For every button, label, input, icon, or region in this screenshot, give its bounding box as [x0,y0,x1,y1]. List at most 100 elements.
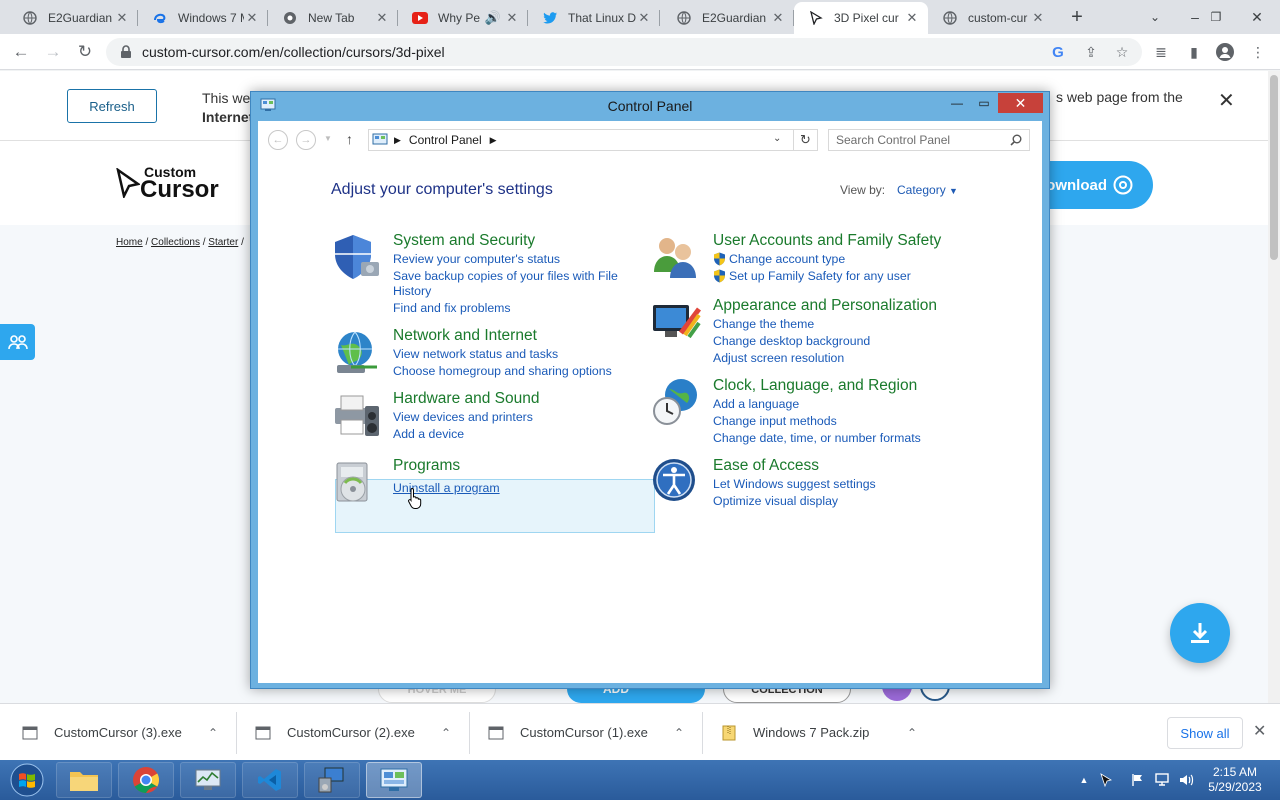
category-title[interactable]: Appearance and Personalization [713,297,937,315]
category-title[interactable]: Hardware and Sound [393,390,540,408]
refresh-button[interactable]: Refresh [67,89,157,123]
share-icon[interactable]: ⇪ [1080,41,1102,63]
tab-3d-pixel[interactable]: 3D Pixel cur ✕ [794,2,928,34]
tray-expand-icon[interactable]: ▲ [1076,772,1092,788]
forward-button[interactable]: → [40,39,66,65]
tray-cursor-icon[interactable] [1098,772,1114,788]
download-item[interactable]: CustomCursor (2).exe ⌃ [255,704,459,761]
tab-new-tab[interactable]: New Tab ✕ [268,2,398,34]
system-clock[interactable]: 2:15 AM 5/29/2023 [1200,765,1270,795]
show-all-button[interactable]: Show all [1167,717,1243,749]
link-screen-resolution[interactable]: Adjust screen resolution [713,350,844,366]
tab-youtube[interactable]: Why Pe 🔊 ✕ [398,2,528,34]
category-title[interactable]: Clock, Language, and Region [713,377,917,395]
taskbar-vscode[interactable] [242,762,298,798]
network-icon[interactable] [1154,772,1170,788]
link-review-status[interactable]: Review your computer's status [393,251,560,267]
tab-twitter[interactable]: That Linux D ✕ [528,2,660,34]
page-scrollbar[interactable] [1268,71,1280,703]
link-change-input-methods[interactable]: Change input methods [713,413,837,429]
taskbar-performance-monitor[interactable] [180,762,236,798]
taskbar-computer[interactable] [304,762,360,798]
close-tab-icon[interactable]: ✕ [374,10,390,26]
download-item[interactable]: CustomCursor (1).exe ⌃ [488,704,692,761]
side-panel-icon[interactable]: ▮ [1183,41,1205,63]
path-dropdown-icon[interactable]: ⌄ [773,133,781,144]
close-browser-button[interactable]: ✕ [1244,4,1270,30]
recent-pages-icon[interactable]: ▼ [324,134,332,143]
tab-search-button[interactable]: ⌄ [1142,4,1168,30]
cp-forward-button[interactable]: → [296,130,316,150]
path-segment[interactable]: Control Panel [409,133,482,147]
star-icon[interactable]: ☆ [1111,41,1133,63]
close-tab-icon[interactable]: ✕ [904,10,920,26]
tab-windows7[interactable]: Windows 7 M ✕ [138,2,268,34]
start-button[interactable] [7,762,47,798]
link-find-fix-problems[interactable]: Find and fix problems [393,300,511,316]
chevron-up-icon[interactable]: ⌃ [441,726,451,740]
link-change-theme[interactable]: Change the theme [713,316,814,332]
cp-path-box[interactable]: ▶ Control Panel ▶ ⌄ ↻ [368,129,818,151]
close-tab-icon[interactable]: ✕ [114,10,130,26]
restore-button[interactable]: ❐ [1203,4,1229,30]
link-windows-suggest-settings[interactable]: Let Windows suggest settings [713,476,876,492]
category-title[interactable]: Ease of Access [713,457,819,475]
download-item[interactable]: CustomCursor (3).exe ⌃ [22,704,226,761]
category-title[interactable]: Programs [393,457,460,475]
taskbar-explorer[interactable] [56,762,112,798]
volume-icon[interactable] [1178,772,1194,788]
download-item[interactable]: Windows 7 Pack.zip ⌃ [721,704,925,761]
cp-minimize-button[interactable]: — [948,92,966,113]
link-save-backup-cont[interactable]: History [393,283,431,299]
link-optimize-visual-display[interactable]: Optimize visual display [713,493,838,509]
link-date-time-formats[interactable]: Change date, time, or number formats [713,430,921,446]
link-homegroup-sharing[interactable]: Choose homegroup and sharing options [393,363,612,379]
close-tab-icon[interactable]: ✕ [770,10,786,26]
close-tab-icon[interactable]: ✕ [1030,10,1046,26]
chevron-up-icon[interactable]: ⌃ [208,726,218,740]
back-button[interactable]: ← [8,39,34,65]
download-fab[interactable] [1170,603,1230,663]
cp-close-button[interactable]: ✕ [998,93,1043,113]
taskbar-chrome[interactable] [118,762,174,798]
audio-icon[interactable]: 🔊 [482,10,504,26]
link-view-network-status[interactable]: View network status and tasks [393,346,558,362]
action-center-flag-icon[interactable] [1130,772,1146,788]
menu-icon[interactable]: ⋮ [1247,41,1269,63]
view-by-dropdown[interactable]: Category ▼ [897,183,958,197]
accessibility-tab[interactable] [0,324,35,360]
link-family-safety[interactable]: Set up Family Safety for any user [713,268,911,284]
tab-custom-cursor[interactable]: custom-cur ✕ [928,2,1054,34]
link-add-language[interactable]: Add a language [713,396,799,412]
link-view-devices-printers[interactable]: View devices and printers [393,409,533,425]
cp-maximize-button[interactable]: ▭ [975,92,993,113]
taskbar-control-panel[interactable] [366,762,422,798]
link-change-account-type[interactable]: Change account type [713,251,845,267]
google-icon[interactable]: G [1047,41,1069,63]
link-change-background[interactable]: Change desktop background [713,333,870,349]
category-title[interactable]: System and Security [393,232,535,250]
close-tab-icon[interactable]: ✕ [244,10,260,26]
site-logo[interactable]: Custom Cursor [116,165,219,202]
reload-button[interactable]: ↻ [72,39,98,65]
address-bar[interactable]: custom-cursor.com/en/collection/cursors/… [106,38,1142,66]
cp-back-button[interactable]: ← [268,130,288,150]
tab-e2guardian-2[interactable]: E2Guardian ✕ [662,2,794,34]
link-add-device[interactable]: Add a device [393,426,464,442]
close-tab-icon[interactable]: ✕ [504,10,520,26]
chevron-up-icon[interactable]: ⌃ [907,726,917,740]
link-save-backup[interactable]: Save backup copies of your files with Fi… [393,268,618,284]
profile-icon[interactable] [1214,41,1236,63]
scrollbar-thumb[interactable] [1270,75,1278,260]
category-title[interactable]: Network and Internet [393,327,537,345]
cp-search-input[interactable]: Search Control Panel [828,129,1030,151]
reading-list-icon[interactable]: ≣ [1150,41,1172,63]
chevron-up-icon[interactable]: ⌃ [674,726,684,740]
category-title[interactable]: User Accounts and Family Safety [713,232,941,250]
refresh-icon[interactable]: ↻ [793,130,817,150]
new-tab-button[interactable]: + [1064,4,1090,30]
tab-e2guardian-1[interactable]: E2Guardian ✕ [8,2,138,34]
close-shelf-icon[interactable]: ✕ [1253,721,1266,741]
up-button[interactable]: ↑ [346,131,353,147]
close-banner-icon[interactable]: ✕ [1218,88,1235,113]
